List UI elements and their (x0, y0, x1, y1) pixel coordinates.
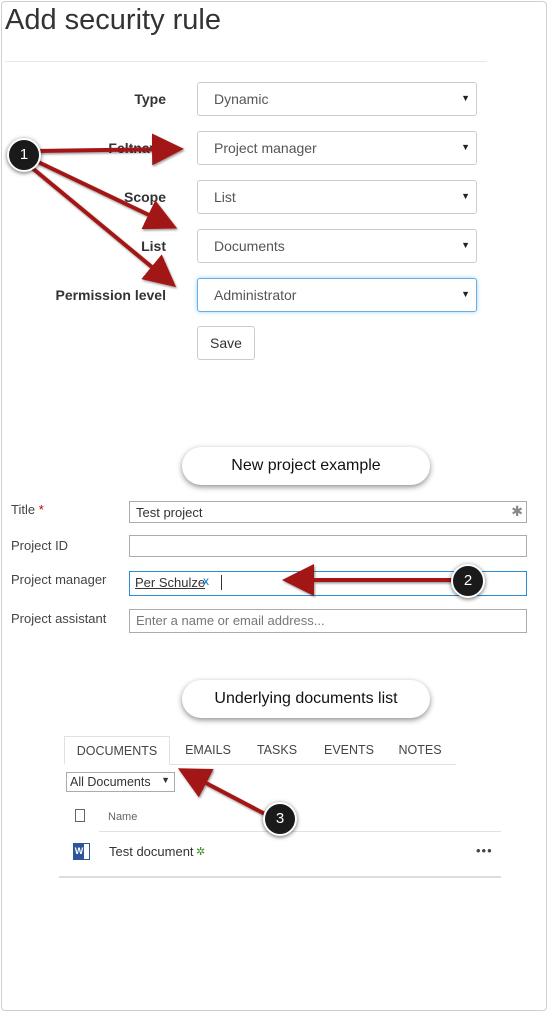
annotation-arrows (29, 133, 453, 816)
arrow-1a (35, 133, 184, 166)
step-badge-1: 1 (7, 138, 41, 172)
arrow-3 (177, 768, 266, 816)
arrow-1b (33, 158, 178, 230)
step-badge-3: 3 (263, 802, 297, 836)
step-badge-2: 2 (451, 564, 485, 598)
arrow-1c (29, 165, 177, 288)
